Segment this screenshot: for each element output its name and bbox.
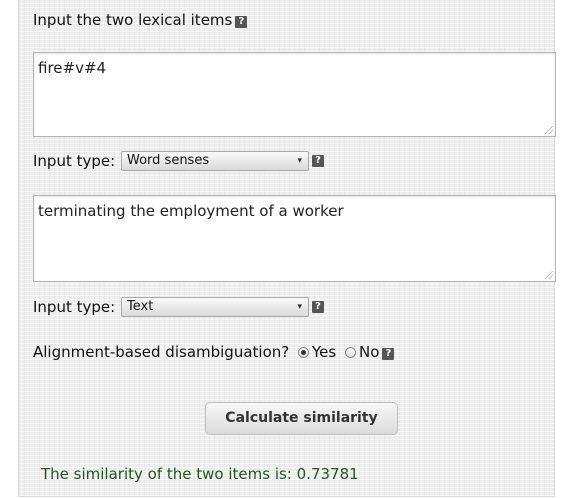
help-icon[interactable]: ? [312, 155, 324, 167]
dropdown-arrow-icon: ▾ [297, 156, 302, 166]
item1-input-type-label: Input type: [33, 152, 116, 170]
form-heading-text: Input the two lexical items [33, 11, 233, 29]
radio-no[interactable] [345, 347, 357, 358]
dropdown-arrow-icon: ▾ [297, 302, 302, 312]
form-heading: Input the two lexical items? [33, 11, 248, 29]
alignment-yes-option[interactable]: Yes [298, 343, 336, 361]
radio-yes[interactable] [298, 347, 310, 358]
item1-input-type-select[interactable]: Word senses ▾ [121, 151, 309, 171]
help-icon[interactable]: ? [235, 16, 248, 28]
item1-textarea[interactable]: fire#v#4 [33, 52, 556, 137]
alignment-no-option[interactable]: No [345, 343, 379, 361]
item1-value: fire#v#4 [38, 59, 107, 77]
item2-input-type-value: Text [127, 299, 154, 314]
help-icon[interactable]: ? [382, 348, 395, 360]
alignment-no-label[interactable]: No [359, 343, 379, 361]
resize-grip-icon[interactable] [545, 271, 553, 279]
help-icon[interactable]: ? [312, 301, 324, 313]
item1-input-type-value: Word senses [127, 153, 210, 168]
item2-value: terminating the employment of a worker [38, 202, 344, 220]
item2-textarea[interactable]: terminating the employment of a worker [33, 195, 556, 282]
item2-input-type-select[interactable]: Text ▾ [121, 297, 309, 317]
calculate-similarity-button[interactable]: Calculate similarity [205, 402, 398, 435]
similarity-result: The similarity of the two items is: 0.73… [41, 465, 359, 483]
alignment-label: Alignment-based disambiguation? [33, 343, 290, 361]
resize-grip-icon[interactable] [545, 126, 553, 134]
alignment-row: Alignment-based disambiguation? Yes No? [33, 343, 395, 361]
alignment-yes-label[interactable]: Yes [312, 343, 336, 361]
item2-input-type-label: Input type: [33, 298, 116, 316]
